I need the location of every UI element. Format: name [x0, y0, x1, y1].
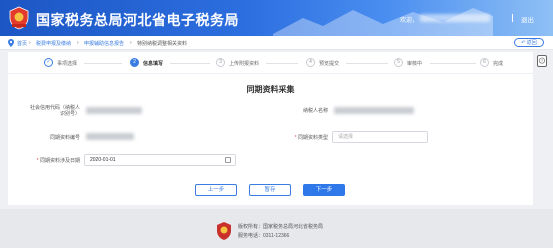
- doc-type-label: * 同期资料类型: [294, 135, 328, 141]
- doc-type-select[interactable]: 请选择: [332, 131, 428, 143]
- tax-emblem-icon: [217, 222, 231, 240]
- step-label: 事项选择: [57, 61, 78, 67]
- breadcrumb-sep: ›: [130, 40, 132, 46]
- step-number: 3: [216, 58, 225, 67]
- user-name-redacted: [420, 14, 490, 22]
- page-footer: 版权所有：国家税务总局河北省税务局 服务电话：0311-12366: [0, 209, 553, 248]
- app-title: 国家税务总局河北省电子税务局: [36, 13, 239, 29]
- breadcrumb-sep: ›: [77, 40, 79, 46]
- app-header: 国家税务总局河北省电子税务局 欢迎， 退出: [0, 0, 553, 36]
- save-draft-button[interactable]: 暂存: [249, 184, 291, 196]
- breadcrumb-current: 特别纳税调整相关资料: [137, 41, 188, 47]
- step-label: 审核中: [407, 61, 423, 67]
- prev-step-button[interactable]: 上一步: [195, 184, 237, 196]
- main-panel: ✓ 事项选择 2 信息填写 3 上传附报资料 4 预览提交 5 审核中 6 完成: [8, 52, 533, 205]
- breadcrumb-sep: ›: [29, 40, 31, 46]
- logout-link[interactable]: 退出: [521, 14, 534, 24]
- step-connector: [266, 63, 298, 64]
- tax-emblem-icon: [9, 6, 29, 30]
- location-pin-icon: [8, 39, 14, 47]
- step-number: 5: [394, 58, 403, 67]
- year-date-input[interactable]: 2020-01-01: [84, 154, 236, 166]
- next-step-button[interactable]: 下一步: [303, 184, 345, 196]
- step-label: 上传附报资料: [229, 61, 260, 67]
- back-button-label: 返回: [526, 40, 537, 46]
- breadcrumb: 首页 › 税费申报及缴纳 › 申报辅助信息报告 › 特别纳税调整相关资料 ↶ 返…: [0, 36, 553, 50]
- breadcrumb-tax-filing[interactable]: 税费申报及缴纳: [36, 40, 71, 47]
- doc-number-value-redacted: [86, 133, 134, 140]
- breadcrumb-home[interactable]: 首页: [17, 40, 27, 47]
- step-number: 6: [480, 58, 489, 67]
- step-check-icon: ✓: [44, 58, 53, 67]
- step-connector: [170, 63, 210, 64]
- year-date-value: 2020-01-01: [90, 157, 116, 163]
- svg-text:?: ?: [541, 58, 544, 63]
- step-label: 信息填写: [143, 61, 164, 67]
- taxpayer-name-value-redacted: [334, 107, 414, 114]
- welcome-label: 欢迎，: [400, 18, 419, 24]
- taxpayer-name-label: 纳税人名称: [302, 108, 328, 114]
- taxpayer-id-value-redacted: [86, 107, 142, 114]
- doc-number-label: 同期资料编号: [49, 135, 80, 141]
- calendar-icon[interactable]: [225, 157, 231, 163]
- breadcrumb-aux-report[interactable]: 申报辅助信息报告: [84, 40, 124, 47]
- step-label: 完成: [493, 61, 504, 67]
- step-number: 2: [130, 58, 139, 67]
- form-title: 同期资料采集: [246, 85, 295, 94]
- taxpayer-id-label: 社会信用代码（纳税人 识别号）: [29, 105, 80, 117]
- back-button[interactable]: ↶ 返回: [514, 38, 544, 47]
- step-connector: [84, 63, 122, 64]
- help-icon[interactable]: ?: [537, 55, 547, 67]
- step-label: 预览提交: [319, 61, 340, 67]
- year-label: * 同期资料涉及日期: [36, 158, 80, 164]
- service-phone-text: 服务电话：0311-12366: [238, 233, 290, 239]
- step-connector: [430, 63, 476, 64]
- progress-steps: ✓ 事项选择 2 信息填写 3 上传附报资料 4 预览提交 5 审核中 6 完成: [8, 52, 533, 74]
- copyright-text: 版权所有：国家税务总局河北省税务局: [238, 224, 324, 230]
- back-arrow-icon: ↶: [521, 40, 526, 46]
- step-number: 4: [306, 58, 315, 67]
- step-connector: [346, 63, 388, 64]
- header-divider: [512, 14, 513, 22]
